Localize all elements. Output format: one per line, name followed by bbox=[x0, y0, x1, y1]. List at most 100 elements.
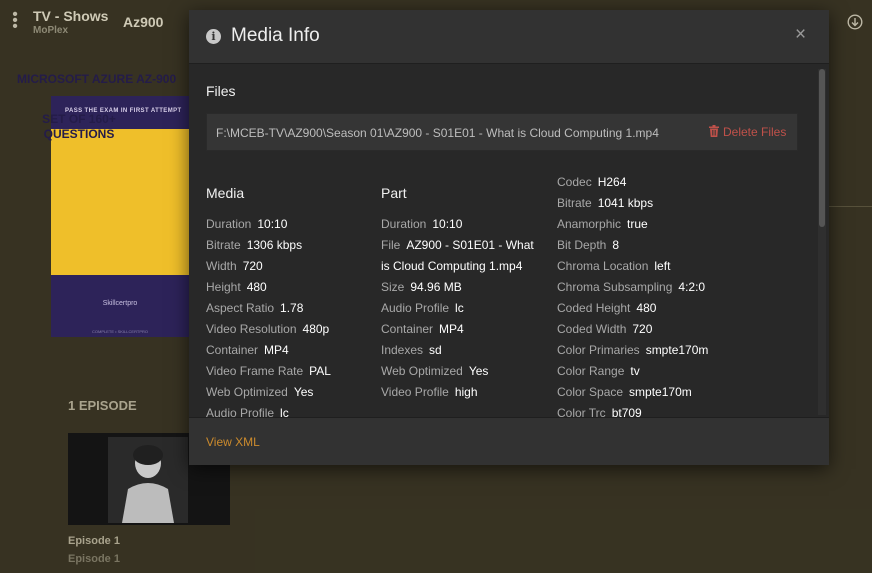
property-label: Width bbox=[206, 259, 237, 273]
info-icon: i bbox=[206, 29, 221, 44]
divider bbox=[829, 206, 872, 207]
media-info-dialog: i Media Info × Files F:\MCEB-TV\AZ900\Se… bbox=[189, 10, 829, 465]
show-title[interactable]: Az900 bbox=[123, 14, 163, 30]
part-heading: Part bbox=[381, 185, 407, 201]
episode-still-image bbox=[108, 437, 188, 523]
property-label: Video Frame Rate bbox=[206, 364, 304, 378]
part-property: Size 94.96 MB bbox=[381, 280, 462, 294]
stream-property: Chroma Subsampling 4:2:0 bbox=[557, 280, 705, 294]
stream-property: Anamorphic true bbox=[557, 217, 648, 231]
delete-files-button[interactable]: Delete Files bbox=[709, 125, 786, 139]
property-value: 720 bbox=[632, 322, 653, 336]
property-label: Size bbox=[381, 280, 405, 294]
dialog-footer: View XML bbox=[189, 417, 829, 465]
part-property: Indexes sd bbox=[381, 343, 442, 357]
stream-property: Color Trc bt709 bbox=[557, 406, 642, 417]
property-label: Video Resolution bbox=[206, 322, 297, 336]
property-value: 4:2:0 bbox=[678, 280, 706, 294]
part-property: Container MP4 bbox=[381, 322, 464, 336]
property-label: Height bbox=[206, 280, 241, 294]
part-property: Video Profile high bbox=[381, 385, 478, 399]
property-value: lc bbox=[455, 301, 464, 315]
part-property: Duration 10:10 bbox=[381, 217, 462, 231]
property-value: 1306 kbps bbox=[246, 238, 303, 252]
property-label: Web Optimized bbox=[206, 385, 288, 399]
stream-property: Bit Depth 8 bbox=[557, 238, 619, 252]
property-label: Duration bbox=[206, 217, 252, 231]
property-value: AZ900 - S01E01 - What bbox=[406, 238, 534, 252]
delete-files-label: Delete Files bbox=[723, 125, 787, 139]
property-value: is Cloud Computing 1.mp4 bbox=[381, 259, 523, 273]
property-value: 480 bbox=[636, 301, 657, 315]
property-label: Chroma Location bbox=[557, 259, 649, 273]
property-value: 10:10 bbox=[257, 217, 288, 231]
stream-property: Codec H264 bbox=[557, 175, 626, 189]
stream-property: Coded Width 720 bbox=[557, 322, 652, 336]
media-property: Video Resolution 480p bbox=[206, 322, 329, 336]
poster-footer: COMPLETE • SKILLCERTPRO bbox=[91, 329, 148, 334]
property-label: Duration bbox=[381, 217, 427, 231]
media-heading: Media bbox=[206, 185, 245, 201]
property-label: Aspect Ratio bbox=[206, 301, 275, 315]
files-heading: Files bbox=[206, 83, 236, 99]
property-value: 480 bbox=[246, 280, 267, 294]
property-value: lc bbox=[280, 406, 289, 417]
media-property: Container MP4 bbox=[206, 343, 289, 357]
dialog-scrollbar[interactable] bbox=[818, 69, 826, 415]
poster-brand: Skillcertpro bbox=[102, 300, 138, 307]
more-options-icon[interactable]: • • • bbox=[10, 7, 20, 35]
media-property: Height 480 bbox=[206, 280, 267, 294]
media-property: Duration 10:10 bbox=[206, 217, 287, 231]
property-label: Color Trc bbox=[557, 406, 606, 417]
property-value: 8 bbox=[612, 238, 620, 252]
episodes-heading: 1 EPISODE bbox=[68, 398, 137, 413]
download-icon[interactable] bbox=[847, 14, 863, 30]
media-property: Aspect Ratio 1.78 bbox=[206, 301, 303, 315]
property-value: 1041 kbps bbox=[597, 196, 654, 210]
media-property: Audio Profile lc bbox=[206, 406, 289, 417]
property-label: Bitrate bbox=[206, 238, 241, 252]
property-value: MP4 bbox=[439, 322, 464, 336]
stream-property: Color Space smpte170m bbox=[557, 385, 692, 399]
stream-property: Coded Height 480 bbox=[557, 301, 656, 315]
part-property: Web Optimized Yes bbox=[381, 364, 488, 378]
poster-subtitle: SET OF 160+ QUESTIONS bbox=[42, 112, 116, 141]
episode-title[interactable]: Episode 1 bbox=[68, 535, 120, 547]
part-property: Audio Profile lc bbox=[381, 301, 464, 315]
scrollbar-thumb[interactable] bbox=[819, 69, 825, 227]
dialog-title: Media Info bbox=[231, 25, 320, 46]
property-value: PAL bbox=[309, 364, 331, 378]
dialog-body: Files F:\MCEB-TV\AZ900\Season 01\AZ900 -… bbox=[189, 65, 829, 417]
property-value: Yes bbox=[468, 364, 489, 378]
property-value: bt709 bbox=[611, 406, 642, 417]
stream-property: Bitrate 1041 kbps bbox=[557, 196, 653, 210]
property-value: left bbox=[654, 259, 671, 273]
property-label: Color Range bbox=[557, 364, 625, 378]
poster-title: MICROSOFT AZURE AZ-900 bbox=[17, 72, 177, 86]
property-label: File bbox=[381, 238, 401, 252]
property-label: Color Primaries bbox=[557, 343, 640, 357]
file-path: F:\MCEB-TV\AZ900\Season 01\AZ900 - S01E0… bbox=[216, 126, 659, 140]
media-property: Web Optimized Yes bbox=[206, 385, 313, 399]
property-label: Coded Height bbox=[557, 301, 631, 315]
property-value: sd bbox=[429, 343, 442, 357]
property-value: high bbox=[454, 385, 478, 399]
section-title[interactable]: TV - Shows bbox=[33, 8, 108, 24]
view-xml-link[interactable]: View XML bbox=[206, 435, 260, 449]
part-property: File AZ900 - S01E01 - What bbox=[381, 238, 534, 252]
property-label: Coded Width bbox=[557, 322, 627, 336]
stream-property: Color Range tv bbox=[557, 364, 640, 378]
property-label: Audio Profile bbox=[381, 301, 450, 315]
property-value: 480p bbox=[302, 322, 330, 336]
media-property: Width 720 bbox=[206, 259, 263, 273]
property-value: H264 bbox=[597, 175, 627, 189]
media-property: Bitrate 1306 kbps bbox=[206, 238, 302, 252]
property-label: Container bbox=[381, 322, 434, 336]
close-button[interactable]: × bbox=[795, 25, 806, 44]
property-value: MP4 bbox=[264, 343, 289, 357]
property-value: Yes bbox=[293, 385, 314, 399]
property-value: 1.78 bbox=[280, 301, 304, 315]
property-label: Video Profile bbox=[381, 385, 449, 399]
property-label: Bitrate bbox=[557, 196, 592, 210]
property-value: tv bbox=[630, 364, 640, 378]
